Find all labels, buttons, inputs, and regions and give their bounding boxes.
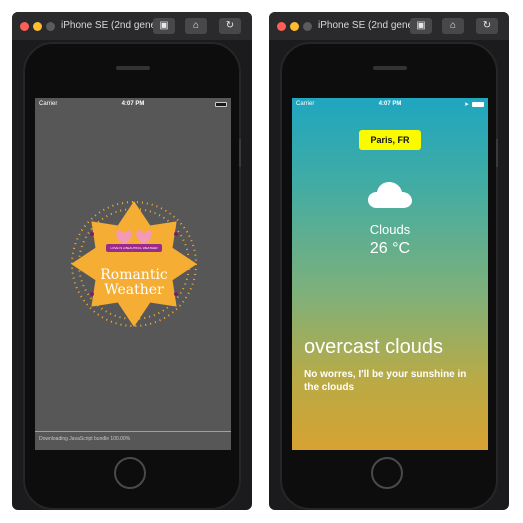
volume-button[interactable] bbox=[496, 139, 498, 167]
badge-banner-text: LOVE IS A BEAUTIFUL WEATHER bbox=[110, 246, 158, 250]
badge-corner-dot bbox=[90, 232, 94, 236]
app-logo-title: Romantic Weather bbox=[66, 268, 202, 298]
status-bar: Carrier 4:07 PM ➤ bbox=[292, 98, 488, 112]
phone-frame: Carrier 4:07 PM ➤ Paris, FR Clouds 26 °C… bbox=[280, 42, 498, 510]
window-titlebar: iPhone SE (2nd gener... ▣ ⌂ ↻ bbox=[269, 12, 509, 40]
bundle-progress-text: Downloading JavaScript bundle 100.00% bbox=[39, 436, 131, 442]
location-arrow-icon: ➤ bbox=[463, 102, 469, 108]
zoom-window-button[interactable] bbox=[303, 22, 312, 31]
home-icon[interactable]: ⌂ bbox=[185, 18, 207, 34]
logo-title-line: Weather bbox=[104, 282, 164, 298]
badge-shape bbox=[71, 201, 197, 327]
home-button[interactable] bbox=[371, 457, 403, 489]
volume-button[interactable] bbox=[239, 139, 241, 167]
battery-icon bbox=[215, 102, 227, 107]
home-icon[interactable]: ⌂ bbox=[442, 18, 464, 34]
battery-icon bbox=[472, 102, 484, 107]
romantic-message: No worres, I'll be your sunshine in the … bbox=[304, 369, 467, 393]
city-button[interactable]: Paris, FR bbox=[359, 130, 421, 150]
weather-screen: Carrier 4:07 PM ➤ Paris, FR Clouds 26 °C… bbox=[292, 98, 488, 450]
simulator-window-right: iPhone SE (2nd gener... ▣ ⌂ ↻ Carrier 4:… bbox=[269, 12, 509, 510]
weather-description: overcast clouds bbox=[304, 336, 443, 358]
minimize-window-button[interactable] bbox=[290, 22, 299, 31]
badge-corner-dot bbox=[174, 232, 178, 236]
rotate-icon[interactable]: ↻ bbox=[219, 18, 241, 34]
status-time: 4:07 PM bbox=[121, 101, 145, 107]
speaker-grille bbox=[373, 66, 407, 70]
splash-screen: Carrier 4:07 PM Romantic Weather LOVE IS… bbox=[35, 98, 231, 450]
phone-frame: Carrier 4:07 PM Romantic Weather LOVE IS… bbox=[23, 42, 241, 510]
window-title: iPhone SE (2nd gener... bbox=[61, 20, 168, 31]
rotate-icon[interactable]: ↻ bbox=[476, 18, 498, 34]
home-button[interactable] bbox=[114, 457, 146, 489]
zoom-window-button[interactable] bbox=[46, 22, 55, 31]
weather-condition: Clouds bbox=[369, 222, 411, 237]
screenshot-icon[interactable]: ▣ bbox=[153, 18, 175, 34]
close-window-button[interactable] bbox=[277, 22, 286, 31]
close-window-button[interactable] bbox=[20, 22, 29, 31]
speaker-grille bbox=[116, 66, 150, 70]
app-logo-badge: Romantic Weather LOVE IS A BEAUTIFUL WEA… bbox=[66, 196, 202, 332]
window-titlebar: iPhone SE (2nd gener... ▣ ⌂ ↻ bbox=[12, 12, 252, 40]
status-time: 4:07 PM bbox=[378, 101, 402, 107]
temperature-value: 26 °C bbox=[369, 240, 411, 257]
simulator-window-left: iPhone SE (2nd gener... ▣ ⌂ ↻ Carrier 4:… bbox=[12, 12, 252, 510]
window-title: iPhone SE (2nd gener... bbox=[318, 20, 425, 31]
screenshot-icon[interactable]: ▣ bbox=[410, 18, 432, 34]
logo-title-line: Romantic bbox=[100, 267, 168, 283]
cloud-icon bbox=[368, 182, 412, 208]
status-bar: Carrier 4:07 PM bbox=[35, 98, 231, 112]
minimize-window-button[interactable] bbox=[33, 22, 42, 31]
loader-divider bbox=[35, 431, 231, 432]
